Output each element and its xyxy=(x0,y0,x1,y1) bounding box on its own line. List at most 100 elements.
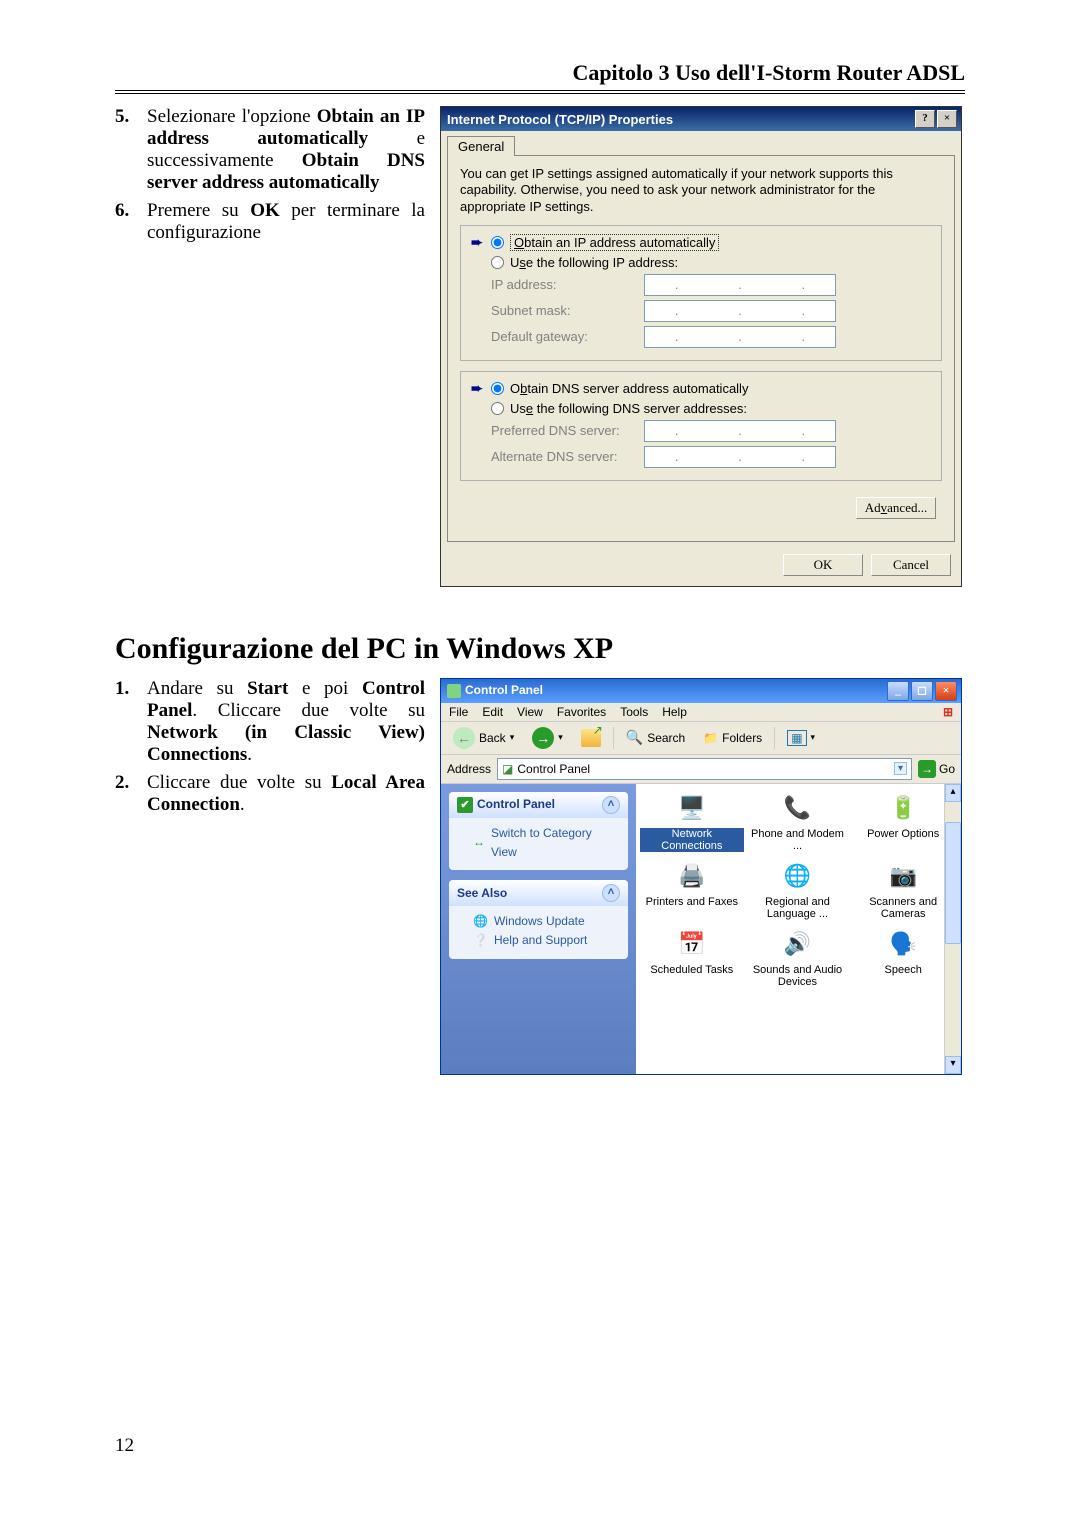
printer-icon: 🖨️ xyxy=(674,858,710,894)
switch-view-icon: ↔ xyxy=(473,833,485,852)
chapter-header: Capitolo 3 Uso dell'I-Storm Router ADSL xyxy=(115,60,965,90)
menu-tools[interactable]: Tools xyxy=(620,705,648,719)
close-button[interactable]: × xyxy=(935,681,957,701)
power-icon: 🔋 xyxy=(885,790,921,826)
forward-icon: → xyxy=(532,727,554,749)
menu-view[interactable]: View xyxy=(517,705,543,719)
step-2-t1: Cliccare due volte su xyxy=(147,772,331,793)
side-panel-2-title: See Also xyxy=(457,886,507,900)
icon-scanners-cameras[interactable]: 📷 Scanners and Cameras xyxy=(851,858,955,920)
step-1-b1: Start xyxy=(247,678,288,699)
address-value: Control Panel xyxy=(517,762,590,776)
globe-icon: 🌐 xyxy=(473,912,488,931)
scroll-up-icon[interactable]: ▴ xyxy=(945,784,961,802)
icon-speech[interactable]: 🗣️ Speech xyxy=(851,926,955,988)
menu-bar: File Edit View Favorites Tools Help ⊞ xyxy=(441,703,961,722)
up-button[interactable] xyxy=(575,727,607,749)
icons-area: 🖥️ Network Connections 📞 Phone and Modem… xyxy=(636,784,961,1074)
window-title: Control Panel xyxy=(465,683,543,697)
step-2-t2: . xyxy=(240,794,245,815)
pointer-icon: ➨ xyxy=(471,234,485,251)
scheduled-icon: 📅 xyxy=(674,926,710,962)
network-icon: 🖥️ xyxy=(674,790,710,826)
collapse-icon[interactable]: ˄ xyxy=(602,796,620,814)
address-label: Address xyxy=(447,762,491,776)
go-icon: → xyxy=(918,760,936,778)
advanced-button[interactable]: Advanced...Advanced... xyxy=(856,497,936,519)
views-button[interactable]: ▦▾ xyxy=(781,728,821,748)
globe-icon: 🌐 xyxy=(779,858,815,894)
alternate-dns-label: Alternate DNS server: xyxy=(491,449,636,464)
tab-general[interactable]: General xyxy=(447,136,515,156)
icon-printers-faxes[interactable]: 🖨️ Printers and Faxes xyxy=(640,858,744,920)
radio-use-dns[interactable] xyxy=(491,402,504,415)
sound-icon: 🔊 xyxy=(779,926,815,962)
icon-power-options[interactable]: 🔋 Power Options xyxy=(851,790,955,852)
toolbar: ←Back ▾ →▾ 🔍Search 📁Folders ▦▾ xyxy=(441,722,961,755)
address-dropdown-icon[interactable]: ▾ xyxy=(894,762,907,775)
step-5-number: 5. xyxy=(115,106,135,194)
forward-button[interactable]: →▾ xyxy=(526,725,569,751)
collapse-icon[interactable]: ˄ xyxy=(602,884,620,902)
radio-use-ip[interactable] xyxy=(491,256,504,269)
go-button[interactable]: →Go xyxy=(918,760,955,778)
step-5-t1: Selezionare l'opzione xyxy=(147,106,317,127)
folders-button[interactable]: 📁Folders xyxy=(697,729,768,747)
ok-button[interactable]: OK xyxy=(783,554,863,576)
back-icon: ← xyxy=(453,727,475,749)
icon-regional-language[interactable]: 🌐 Regional and Language ... xyxy=(746,858,850,920)
radio-obtain-ip-auto[interactable] xyxy=(491,236,504,249)
icon-sounds-audio[interactable]: 🔊 Sounds and Audio Devices xyxy=(746,926,850,988)
minimize-button[interactable]: _ xyxy=(887,681,909,701)
step-1-number: 1. xyxy=(115,678,135,766)
speech-icon: 🗣️ xyxy=(885,926,921,962)
scroll-down-icon[interactable]: ▾ xyxy=(945,1056,961,1074)
windows-flag-icon: ⊞ xyxy=(943,705,953,719)
step-1: 1. Andare su Start e poi Control Panel. … xyxy=(115,678,425,766)
step-6-number: 6. xyxy=(115,200,135,244)
page-number: 12 xyxy=(115,1435,965,1457)
address-bar: Address ◪ Control Panel ▾ →Go xyxy=(441,755,961,784)
folders-icon: 📁 xyxy=(703,731,718,745)
scroll-thumb[interactable] xyxy=(945,822,961,944)
menu-edit[interactable]: Edit xyxy=(482,705,503,719)
switch-category-view-link[interactable]: ↔Switch to Category View xyxy=(473,824,620,862)
menu-file[interactable]: File xyxy=(449,705,468,719)
close-button[interactable]: × xyxy=(937,110,957,128)
help-support-link[interactable]: ❔Help and Support xyxy=(473,931,620,950)
menu-help[interactable]: Help xyxy=(662,705,687,719)
gateway-label: Default gateway: xyxy=(491,329,636,344)
step-6: 6. Premere su OK per terminare la config… xyxy=(115,200,425,244)
step-1-b3: Network (in Classic View) Connections xyxy=(147,722,425,765)
step-1-t2: e poi xyxy=(288,678,362,699)
control-panel-badge-icon: ✔ xyxy=(457,797,473,813)
dns-groupbox: ➨ Obtain DNS server address automaticall… xyxy=(460,371,942,481)
side-panel-control-panel: ✔Control Panel ˄ ↔Switch to Category Vie… xyxy=(449,792,628,870)
camera-icon: 📷 xyxy=(885,858,921,894)
ip-groupbox: ➨ OObtain an IP address automaticallybta… xyxy=(460,225,942,361)
windows-update-link[interactable]: 🌐Windows Update xyxy=(473,912,620,931)
icon-phone-modem[interactable]: 📞 Phone and Modem ... xyxy=(746,790,850,852)
cancel-button[interactable]: Cancel xyxy=(871,554,951,576)
tab-panel: You can get IP settings assigned automat… xyxy=(447,155,955,542)
preferred-dns-label: Preferred DNS server: xyxy=(491,423,636,438)
back-button[interactable]: ←Back ▾ xyxy=(447,725,520,751)
tcpip-properties-dialog: Internet Protocol (TCP/IP) Properties ? … xyxy=(440,106,962,587)
side-pane: ✔Control Panel ˄ ↔Switch to Category Vie… xyxy=(441,784,636,1074)
search-button[interactable]: 🔍Search xyxy=(620,727,691,748)
dialog-title: Internet Protocol (TCP/IP) Properties xyxy=(447,112,673,127)
maximize-button[interactable]: ◻ xyxy=(911,681,933,701)
help-button[interactable]: ? xyxy=(915,110,935,128)
scrollbar[interactable]: ▴ ▾ xyxy=(944,784,961,1074)
alternate-dns-input: ... xyxy=(644,446,836,468)
icon-scheduled-tasks[interactable]: 📅 Scheduled Tasks xyxy=(640,926,744,988)
control-panel-small-icon: ◪ xyxy=(502,762,513,776)
step-1-t3: . Cliccare due volte su xyxy=(192,700,425,721)
address-input[interactable]: ◪ Control Panel ▾ xyxy=(497,758,912,780)
menu-favorites[interactable]: Favorites xyxy=(557,705,606,719)
pointer-icon: ➨ xyxy=(471,380,485,397)
radio-obtain-dns-auto[interactable] xyxy=(491,382,504,395)
icon-network-connections[interactable]: 🖥️ Network Connections xyxy=(640,790,744,852)
section-heading-xp: Configurazione del PC in Windows XP xyxy=(115,632,965,666)
help-icon: ❔ xyxy=(473,931,488,950)
